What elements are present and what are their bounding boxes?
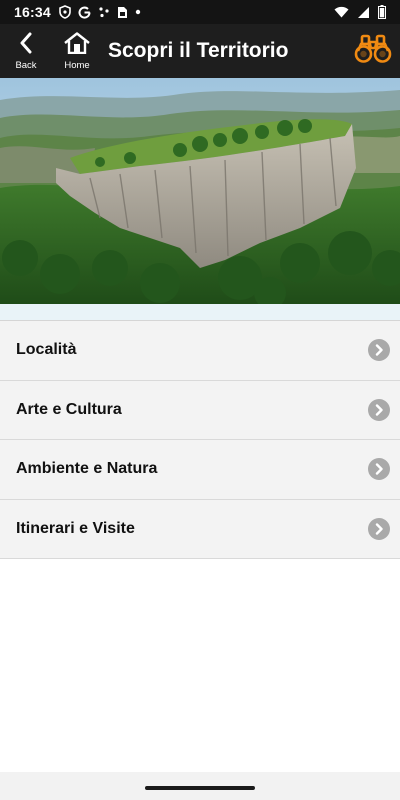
menu-item-localita[interactable]: Località <box>0 321 400 381</box>
home-icon <box>63 31 91 59</box>
sim-card-icon <box>117 6 128 19</box>
wifi-icon <box>334 6 349 18</box>
page-title: Scopri il Territorio <box>108 39 289 62</box>
hero-divider <box>0 304 400 320</box>
status-bar: 16:34 <box>0 0 400 24</box>
menu-item-label: Itinerari e Visite <box>16 519 135 537</box>
google-icon <box>78 6 91 19</box>
menu-item-itinerari-visite[interactable]: Itinerari e Visite <box>0 499 400 559</box>
hero-image <box>0 78 400 304</box>
landscape-image <box>0 78 400 304</box>
shield-icon <box>59 5 71 19</box>
status-left-icons <box>59 5 141 19</box>
app-bar: Back Home Scopri il Territorio <box>0 24 400 78</box>
menu-item-arte-cultura[interactable]: Arte e Cultura <box>0 380 400 440</box>
gesture-handle[interactable] <box>145 786 255 790</box>
dots-icon <box>98 6 110 18</box>
chevron-right-icon <box>368 458 390 481</box>
menu-item-label: Località <box>16 341 77 359</box>
status-time: 16:34 <box>14 4 51 20</box>
chevron-right-icon <box>368 517 390 540</box>
back-button[interactable]: Back <box>0 24 52 78</box>
system-nav-bar <box>0 772 400 800</box>
binoculars-icon <box>354 34 392 69</box>
chevron-left-icon <box>19 32 33 59</box>
menu-item-label: Arte e Cultura <box>16 400 122 418</box>
battery-icon <box>378 5 386 19</box>
signal-icon <box>357 6 370 19</box>
chevron-right-icon <box>368 339 390 362</box>
back-label: Back <box>15 59 37 71</box>
menu-item-label: Ambiente e Natura <box>16 460 158 478</box>
home-button[interactable]: Home <box>52 24 102 78</box>
home-label: Home <box>64 59 90 71</box>
category-list: Località Arte e Cultura Ambiente e Natur… <box>0 320 400 559</box>
status-right-icons <box>334 5 386 19</box>
chevron-right-icon <box>368 398 390 421</box>
menu-item-ambiente-natura[interactable]: Ambiente e Natura <box>0 440 400 500</box>
binoculars-button[interactable] <box>354 33 392 69</box>
dot-icon <box>135 9 141 15</box>
